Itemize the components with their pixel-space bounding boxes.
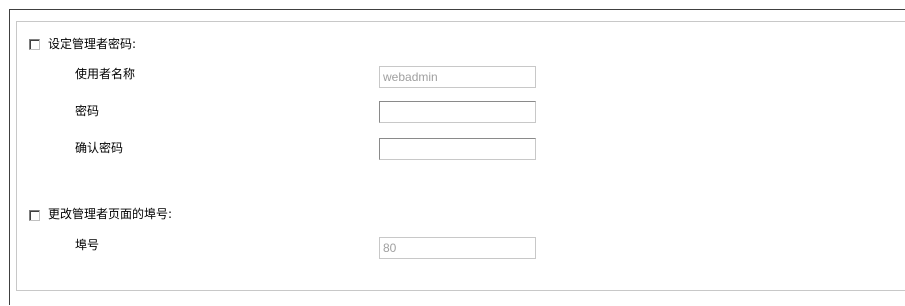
username-label: 使用者名称 (75, 67, 136, 81)
password-input[interactable] (379, 101, 536, 123)
confirm-password-label: 确认密码 (75, 141, 124, 155)
port-input[interactable] (379, 237, 536, 259)
confirm-password-input[interactable] (379, 138, 536, 160)
set-admin-password-checkbox[interactable] (29, 39, 40, 50)
port-label: 埠号 (75, 238, 100, 252)
change-admin-port-checkbox[interactable] (29, 210, 40, 221)
settings-panel: 设定管理者密码: 使用者名称 密码 确认密码 更改管理者页面的埠号: 埠号 (16, 21, 905, 291)
password-label: 密码 (75, 104, 100, 118)
change-admin-port-label: 更改管理者页面的埠号: (48, 207, 173, 221)
username-input[interactable] (379, 66, 536, 88)
set-admin-password-label: 设定管理者密码: (48, 37, 137, 51)
